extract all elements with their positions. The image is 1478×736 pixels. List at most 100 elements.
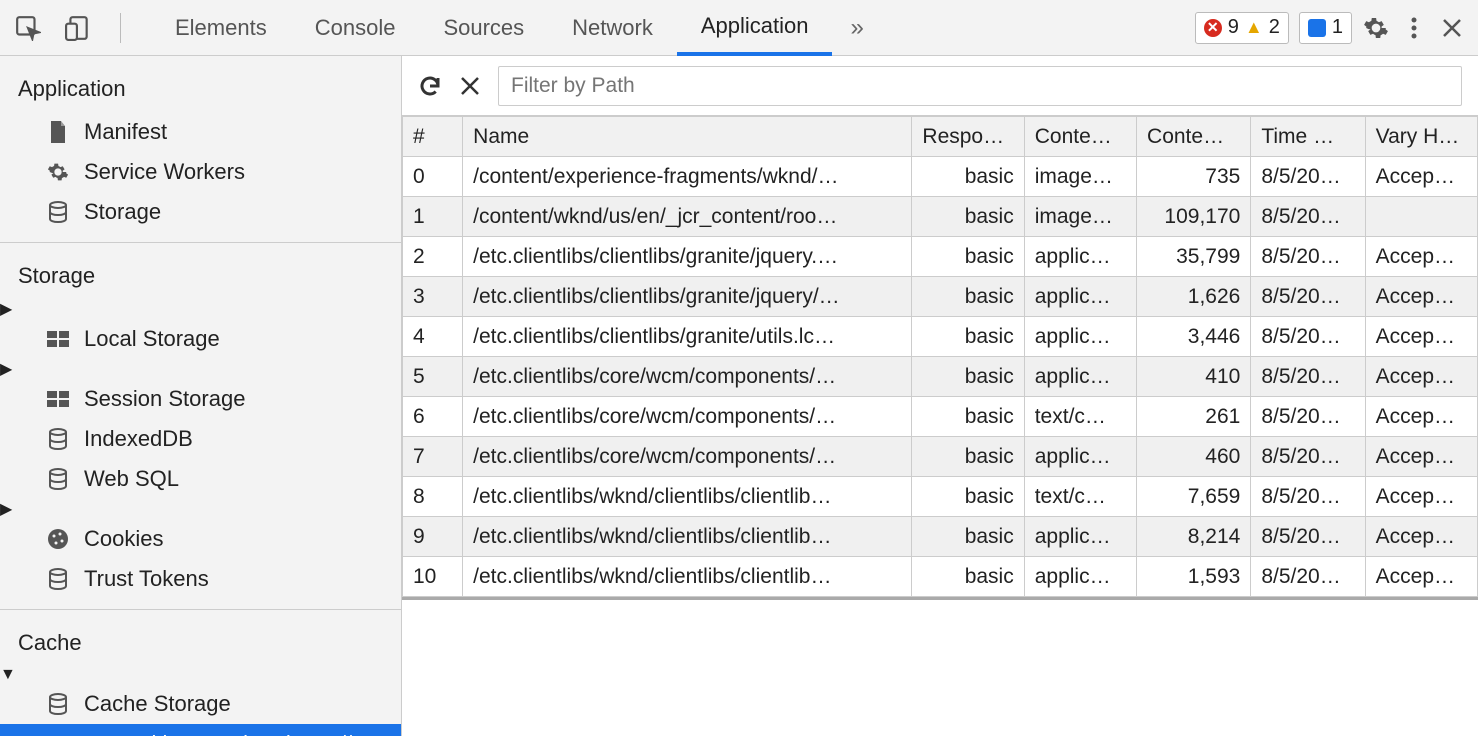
cell-i: 0 bbox=[403, 157, 463, 197]
sidebar-item-local-storage[interactable]: Local Storage bbox=[0, 319, 401, 359]
cell-ctype: applic… bbox=[1024, 317, 1136, 357]
table-row[interactable]: 0/content/experience-fragments/wknd/…bas… bbox=[403, 157, 1478, 197]
issues-badge[interactable]: 1 bbox=[1299, 12, 1352, 44]
sidebar-item-indexeddb[interactable]: IndexedDB bbox=[0, 419, 401, 459]
sidebar-section-title: Application bbox=[0, 56, 401, 112]
error-count: 9 bbox=[1228, 16, 1239, 39]
table-row[interactable]: 9/etc.clientlibs/wknd/clientlibs/clientl… bbox=[403, 517, 1478, 557]
table-row[interactable]: 4/etc.clientlibs/clientlibs/granite/util… bbox=[403, 317, 1478, 357]
table-row[interactable]: 7/etc.clientlibs/core/wcm/components/…ba… bbox=[403, 437, 1478, 477]
sidebar-item-service-workers[interactable]: Service Workers bbox=[0, 152, 401, 192]
column-header[interactable]: Conte… bbox=[1024, 117, 1136, 157]
sidebar-item-label: Cache Storage bbox=[84, 691, 231, 717]
sidebar-item-label: Cookies bbox=[84, 526, 163, 552]
sidebar-item-web-sql[interactable]: Web SQL bbox=[0, 459, 401, 499]
cell-i: 7 bbox=[403, 437, 463, 477]
table-row[interactable]: 6/etc.clientlibs/core/wcm/components/…ba… bbox=[403, 397, 1478, 437]
cell-ctype: image… bbox=[1024, 157, 1136, 197]
cell-vary: Accep… bbox=[1365, 437, 1477, 477]
errors-warnings-badge[interactable]: ✕ 9 ▲ 2 bbox=[1195, 12, 1289, 44]
cell-time: 8/5/20… bbox=[1251, 557, 1365, 597]
issue-icon bbox=[1308, 19, 1326, 37]
db-icon bbox=[46, 201, 70, 223]
cache-table-scroll[interactable]: #NameRespo…Conte…Conte…Time …Vary H… 0/c… bbox=[402, 116, 1478, 600]
column-header[interactable]: Respo… bbox=[912, 117, 1024, 157]
cell-i: 4 bbox=[403, 317, 463, 357]
column-header[interactable]: Name bbox=[463, 117, 912, 157]
sidebar-item-label: Web SQL bbox=[84, 466, 179, 492]
device-toggle-icon[interactable] bbox=[64, 14, 92, 42]
sidebar-item-label: Service Workers bbox=[84, 159, 245, 185]
devtools-toolbar: Elements Console Sources Network Applica… bbox=[0, 0, 1478, 56]
refresh-icon[interactable] bbox=[418, 74, 442, 98]
cell-time: 8/5/20… bbox=[1251, 517, 1365, 557]
cell-name: /content/wknd/us/en/_jcr_content/roo… bbox=[463, 197, 912, 237]
tab-application[interactable]: Application bbox=[677, 0, 833, 56]
column-header[interactable]: # bbox=[403, 117, 463, 157]
expand-toggle-icon[interactable]: ▶ bbox=[0, 301, 12, 318]
tab-console[interactable]: Console bbox=[291, 0, 420, 55]
table-row[interactable]: 3/etc.clientlibs/clientlibs/granite/jque… bbox=[403, 277, 1478, 317]
cell-resp: basic bbox=[912, 477, 1024, 517]
cell-i: 3 bbox=[403, 277, 463, 317]
expand-toggle-icon[interactable]: ▶ bbox=[0, 361, 12, 378]
cell-time: 8/5/20… bbox=[1251, 317, 1365, 357]
cell-clen: 410 bbox=[1137, 357, 1251, 397]
settings-gear-icon[interactable] bbox=[1362, 14, 1390, 42]
more-menu-icon[interactable] bbox=[1400, 14, 1428, 42]
cell-name: /etc.clientlibs/wknd/clientlibs/clientli… bbox=[463, 557, 912, 597]
expand-toggle-icon[interactable]: ▶ bbox=[0, 501, 12, 518]
column-header[interactable]: Vary H… bbox=[1365, 117, 1477, 157]
table-row[interactable]: 5/etc.clientlibs/core/wcm/components/…ba… bbox=[403, 357, 1478, 397]
cell-clen: 460 bbox=[1137, 437, 1251, 477]
sidebar-item-workbox-runtime-https-pu[interactable]: workbox-runtime-https://pu bbox=[0, 724, 401, 736]
tab-network[interactable]: Network bbox=[548, 0, 677, 55]
cell-i: 9 bbox=[403, 517, 463, 557]
cell-vary: Accep… bbox=[1365, 397, 1477, 437]
toolbar-right: ✕ 9 ▲ 2 1 bbox=[1195, 12, 1478, 44]
cell-name: /etc.clientlibs/core/wcm/components/… bbox=[463, 397, 912, 437]
grid-icon bbox=[46, 391, 70, 407]
table-row[interactable]: 1/content/wknd/us/en/_jcr_content/roo…ba… bbox=[403, 197, 1478, 237]
cell-resp: basic bbox=[912, 557, 1024, 597]
cell-ctype: applic… bbox=[1024, 517, 1136, 557]
db-icon bbox=[46, 568, 70, 590]
sidebar-item-manifest[interactable]: Manifest bbox=[0, 112, 401, 152]
table-row[interactable]: 10/etc.clientlibs/wknd/clientlibs/client… bbox=[403, 557, 1478, 597]
tab-elements[interactable]: Elements bbox=[151, 0, 291, 55]
sidebar-item-label: Storage bbox=[84, 199, 161, 225]
toolbar-divider bbox=[120, 13, 121, 43]
cell-name: /etc.clientlibs/wknd/clientlibs/clientli… bbox=[463, 477, 912, 517]
cell-resp: basic bbox=[912, 397, 1024, 437]
sidebar-item-storage[interactable]: Storage bbox=[0, 192, 401, 232]
inspect-icon[interactable] bbox=[14, 14, 42, 42]
cell-vary bbox=[1365, 197, 1477, 237]
cell-resp: basic bbox=[912, 357, 1024, 397]
cell-i: 8 bbox=[403, 477, 463, 517]
sidebar-item-cookies[interactable]: Cookies bbox=[0, 519, 401, 559]
expand-toggle-icon[interactable]: ▼ bbox=[0, 666, 16, 683]
tab-sources[interactable]: Sources bbox=[419, 0, 548, 55]
cell-time: 8/5/20… bbox=[1251, 437, 1365, 477]
filter-input[interactable] bbox=[498, 66, 1462, 106]
cell-name: /etc.clientlibs/clientlibs/granite/utils… bbox=[463, 317, 912, 357]
sidebar-item-session-storage[interactable]: Session Storage bbox=[0, 379, 401, 419]
cell-time: 8/5/20… bbox=[1251, 477, 1365, 517]
table-row[interactable]: 2/etc.clientlibs/clientlibs/granite/jque… bbox=[403, 237, 1478, 277]
cell-time: 8/5/20… bbox=[1251, 357, 1365, 397]
clear-icon[interactable] bbox=[460, 76, 480, 96]
sidebar-item-trust-tokens[interactable]: Trust Tokens bbox=[0, 559, 401, 599]
cache-storage-content: #NameRespo…Conte…Conte…Time …Vary H… 0/c… bbox=[401, 56, 1478, 736]
sidebar-item-cache-storage[interactable]: Cache Storage bbox=[0, 684, 401, 724]
column-header[interactable]: Conte… bbox=[1137, 117, 1251, 157]
tabs-overflow-icon[interactable]: » bbox=[832, 14, 881, 42]
sidebar-item-label: Session Storage bbox=[84, 386, 245, 412]
application-sidebar: ApplicationManifest Service Workers Storag… bbox=[0, 56, 402, 736]
cell-i: 10 bbox=[403, 557, 463, 597]
cell-name: /content/experience-fragments/wknd/… bbox=[463, 157, 912, 197]
table-row[interactable]: 8/etc.clientlibs/wknd/clientlibs/clientl… bbox=[403, 477, 1478, 517]
cell-ctype: applic… bbox=[1024, 557, 1136, 597]
column-header[interactable]: Time … bbox=[1251, 117, 1365, 157]
close-devtools-icon[interactable] bbox=[1438, 14, 1466, 42]
cell-clen: 35,799 bbox=[1137, 237, 1251, 277]
